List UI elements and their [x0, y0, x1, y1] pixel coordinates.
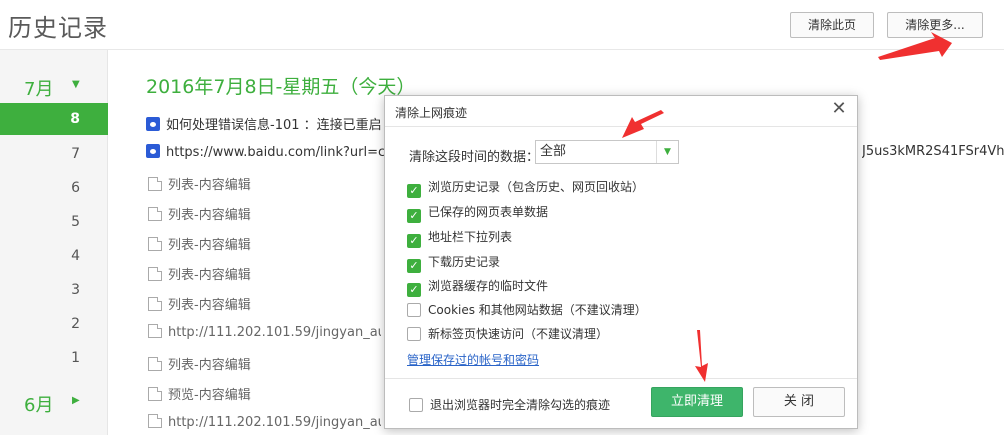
clear-traces-dialog: 清除上网痕迹 ✕ 清除这段时间的数据： 全部 ▼ ✓ 浏览历史记录（包含历史、网页… — [384, 95, 858, 429]
checkbox-unchecked[interactable] — [409, 398, 423, 412]
history-item-title: https://www.baidu.com/link?url=cP — [166, 145, 386, 160]
history-item[interactable]: 列表-内容编辑 — [146, 264, 251, 286]
header-divider — [0, 49, 1004, 50]
option-browsing-history[interactable]: ✓ 浏览历史记录（包含历史、网页回收站） — [407, 178, 644, 198]
checkbox-unchecked[interactable] — [407, 327, 421, 341]
page-icon — [148, 297, 162, 311]
option-cache-files[interactable]: ✓ 浏览器缓存的临时文件 — [407, 277, 548, 297]
history-item-title: http://111.202.101.59/jingyan_aud — [168, 415, 381, 430]
time-range-label: 清除这段时间的数据： — [409, 150, 540, 165]
history-item-title: 列表-内容编辑 — [168, 238, 251, 253]
date-heading: 2016年7月8日-星期五（今天） — [146, 76, 416, 98]
chevron-down-icon: ▼ — [72, 79, 80, 90]
page-icon — [148, 414, 162, 428]
sidebar-month-july[interactable]: 7月 ▼ — [0, 70, 108, 100]
baidu-paw-icon — [146, 117, 160, 131]
history-item-title: 列表-内容编辑 — [168, 178, 251, 193]
option-label: 新标签页快速访问（不建议清理） — [428, 327, 609, 341]
option-clear-on-exit[interactable]: 退出浏览器时完全清除勾选的痕迹 — [409, 396, 610, 413]
history-item-title: 列表-内容编辑 — [168, 268, 251, 283]
option-label: 已保存的网页表单数据 — [428, 205, 549, 219]
baidu-paw-icon — [146, 144, 160, 158]
sidebar-day-2[interactable]: 2 — [0, 308, 108, 340]
option-label: 下载历史记录 — [428, 255, 501, 269]
option-address-bar-list[interactable]: ✓ 地址栏下拉列表 — [407, 228, 512, 248]
date-sidebar: 7月 ▼ 8 7 6 5 4 3 2 1 6月 ▶ — [0, 50, 108, 435]
manage-passwords-link[interactable]: 管理保存过的帐号和密码 — [407, 351, 539, 368]
sidebar-day-4[interactable]: 4 — [0, 240, 108, 272]
history-item[interactable]: http://111.202.101.59/jingyan_aud — [146, 414, 381, 435]
history-url-tail-text: J5us3kMR2S41FSr4Vh1 — [862, 144, 1004, 159]
page-icon — [148, 387, 162, 401]
checkbox-checked[interactable]: ✓ — [407, 283, 421, 297]
history-item[interactable]: 列表-内容编辑 — [146, 354, 251, 376]
dropdown-arrow-icon[interactable]: ▼ — [656, 141, 678, 163]
option-label: 浏览器缓存的临时文件 — [428, 279, 549, 293]
time-range-select[interactable]: 全部 ▼ — [535, 140, 679, 164]
month-label: 7月 — [24, 79, 54, 100]
option-new-tab-quick-access[interactable]: 新标签页快速访问（不建议清理） — [407, 325, 608, 345]
sidebar-day-5[interactable]: 5 — [0, 206, 108, 238]
page-title: 历史记录 — [8, 14, 108, 42]
page-icon — [148, 237, 162, 251]
history-item-title: http://111.202.101.59/jingyan_aud — [168, 325, 381, 340]
dialog-title: 清除上网痕迹 — [395, 106, 468, 120]
chevron-right-icon: ▶ — [72, 395, 80, 406]
page-icon — [148, 177, 162, 191]
option-label: 地址栏下拉列表 — [428, 230, 513, 244]
history-item[interactable]: 如何处理错误信息-101 ：连接已重启 — [146, 114, 386, 136]
history-item[interactable]: 列表-内容编辑 — [146, 174, 251, 196]
checkbox-checked[interactable]: ✓ — [407, 234, 421, 248]
option-form-data[interactable]: ✓ 已保存的网页表单数据 — [407, 203, 548, 223]
history-item[interactable]: 列表-内容编辑 — [146, 234, 251, 256]
checkbox-checked[interactable]: ✓ — [407, 184, 421, 198]
clear-page-button[interactable]: 清除此页 — [790, 12, 874, 38]
close-button[interactable]: 关 闭 — [753, 387, 845, 417]
dialog-footer-divider — [385, 378, 857, 379]
history-url-tail[interactable]: J5us3kMR2S41FSr4Vh1 — [862, 144, 1004, 166]
sidebar-day-1[interactable]: 1 — [0, 342, 108, 374]
checkbox-unchecked[interactable] — [407, 303, 421, 317]
option-label: 退出浏览器时完全清除勾选的痕迹 — [430, 398, 611, 412]
close-icon[interactable]: ✕ — [829, 100, 849, 120]
time-range-value: 全部 — [540, 144, 567, 159]
clear-now-button[interactable]: 立即清理 — [651, 387, 743, 417]
sidebar-day-3[interactable]: 3 — [0, 274, 108, 306]
page-icon — [148, 267, 162, 281]
history-item[interactable]: https://www.baidu.com/link?url=cP — [146, 144, 386, 166]
checkbox-checked[interactable]: ✓ — [407, 209, 421, 223]
history-item[interactable]: 列表-内容编辑 — [146, 294, 251, 316]
option-download-history[interactable]: ✓ 下载历史记录 — [407, 253, 500, 273]
history-item-title: 预览-内容编辑 — [168, 388, 251, 403]
history-item[interactable]: 列表-内容编辑 — [146, 204, 251, 226]
option-cookies[interactable]: Cookies 和其他网站数据（不建议清理） — [407, 301, 647, 321]
page-icon — [148, 357, 162, 371]
page-icon — [148, 207, 162, 221]
option-label: 浏览历史记录（包含历史、网页回收站） — [428, 180, 645, 194]
history-item-title: 列表-内容编辑 — [168, 298, 251, 313]
sidebar-day-6[interactable]: 6 — [0, 172, 108, 204]
month-label: 6月 — [24, 395, 54, 416]
clear-more-button[interactable]: 清除更多... — [887, 12, 983, 38]
sidebar-month-june[interactable]: 6月 ▶ — [0, 386, 108, 416]
history-item[interactable]: 预览-内容编辑 — [146, 384, 251, 406]
sidebar-day-8[interactable]: 8 — [0, 103, 108, 135]
option-label: Cookies 和其他网站数据（不建议清理） — [428, 303, 647, 317]
history-item[interactable]: http://111.202.101.59/jingyan_aud — [146, 324, 381, 346]
history-item-title: 列表-内容编辑 — [168, 358, 251, 373]
page-icon — [148, 324, 162, 338]
sidebar-day-7[interactable]: 7 — [0, 138, 108, 170]
checkbox-checked[interactable]: ✓ — [407, 259, 421, 273]
history-item-title: 列表-内容编辑 — [168, 208, 251, 223]
dialog-title-divider — [385, 126, 857, 127]
history-item-title: 如何处理错误信息-101 ：连接已重启 — [166, 118, 382, 133]
